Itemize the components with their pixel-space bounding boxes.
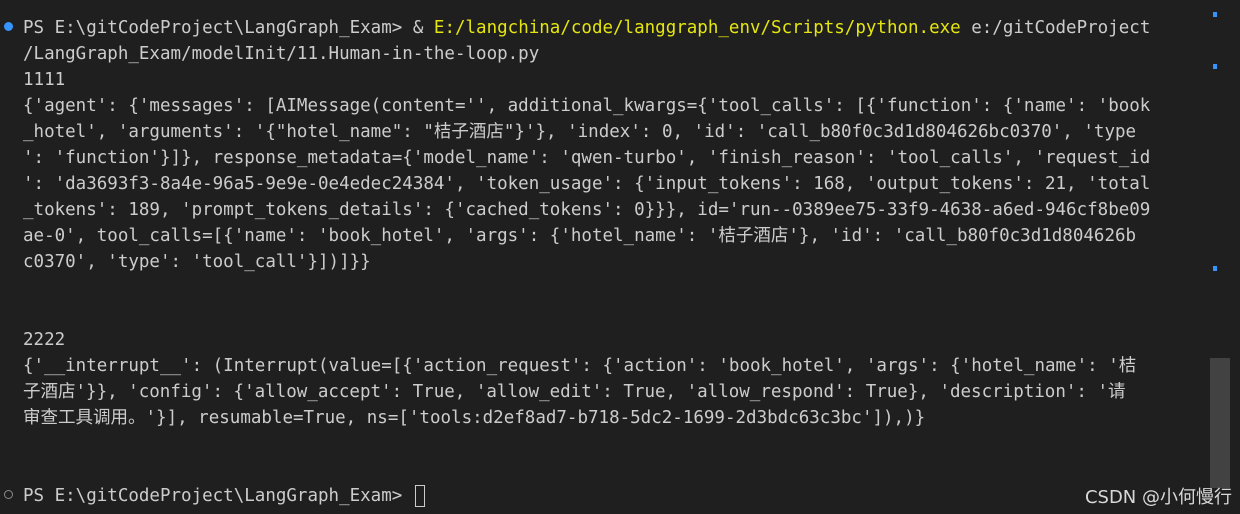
scrollbar-thumb[interactable] bbox=[1210, 358, 1230, 488]
output-line: _tokens': 189, 'prompt_tokens_details': … bbox=[23, 200, 1151, 220]
script-path-start: e:/gitCodeProject bbox=[960, 18, 1151, 38]
output-line: {'__interrupt__': (Interrupt(value=[{'ac… bbox=[23, 356, 1137, 376]
command-line-1: PS E:\gitCodeProject\LangGraph_Exam> & E… bbox=[23, 15, 1150, 41]
command-pending-indicator-icon[interactable] bbox=[4, 490, 13, 499]
current-prompt-line[interactable]: PS E:\gitCodeProject\LangGraph_Exam> bbox=[23, 483, 425, 509]
output-line: c0370', 'type': 'tool_call'}])]}} bbox=[23, 252, 371, 272]
python-executable-path: E:/langchina/code/langgraph_env/Scripts/… bbox=[433, 18, 961, 38]
output-line: _hotel', 'arguments': '{"hotel_name": "桔… bbox=[23, 122, 1137, 142]
terminal-panel[interactable]: PS E:\gitCodeProject\LangGraph_Exam> & E… bbox=[0, 0, 1208, 514]
call-operator: & bbox=[412, 18, 434, 38]
command-line-2: /LangGraph_Exam/modelInit/11.Human-in-th… bbox=[23, 44, 540, 64]
output-line: 2222 bbox=[23, 330, 66, 350]
output-line: ': 'function'}]}, response_metadata={'mo… bbox=[23, 148, 1151, 168]
scrollbar-marker bbox=[1213, 12, 1217, 17]
output-line: 1111 bbox=[23, 70, 66, 90]
output-line: 子酒店'}}, 'config': {'allow_accept': True,… bbox=[23, 382, 1126, 402]
watermark: CSDN @小何慢行 bbox=[1084, 487, 1232, 508]
prompt-text: PS E:\gitCodeProject\LangGraph_Exam> bbox=[23, 486, 413, 506]
scrollbar-marker bbox=[1213, 64, 1217, 69]
output-line: {'agent': {'messages': [AIMessage(conten… bbox=[23, 96, 1151, 116]
command-success-indicator-icon[interactable] bbox=[4, 22, 13, 31]
output-line: ': 'da3693f3-8a4e-96a5-9e9e-0e4edec24384… bbox=[23, 174, 1151, 194]
scrollbar-marker bbox=[1213, 266, 1217, 271]
output-line: 审查工具调用。'}], resumable=True, ns=['tools:d… bbox=[23, 408, 926, 428]
output-line: ae-0', tool_calls=[{'name': 'book_hotel'… bbox=[23, 226, 1137, 246]
prompt-text: PS E:\gitCodeProject\LangGraph_Exam> bbox=[23, 18, 413, 38]
text-cursor bbox=[414, 485, 425, 507]
